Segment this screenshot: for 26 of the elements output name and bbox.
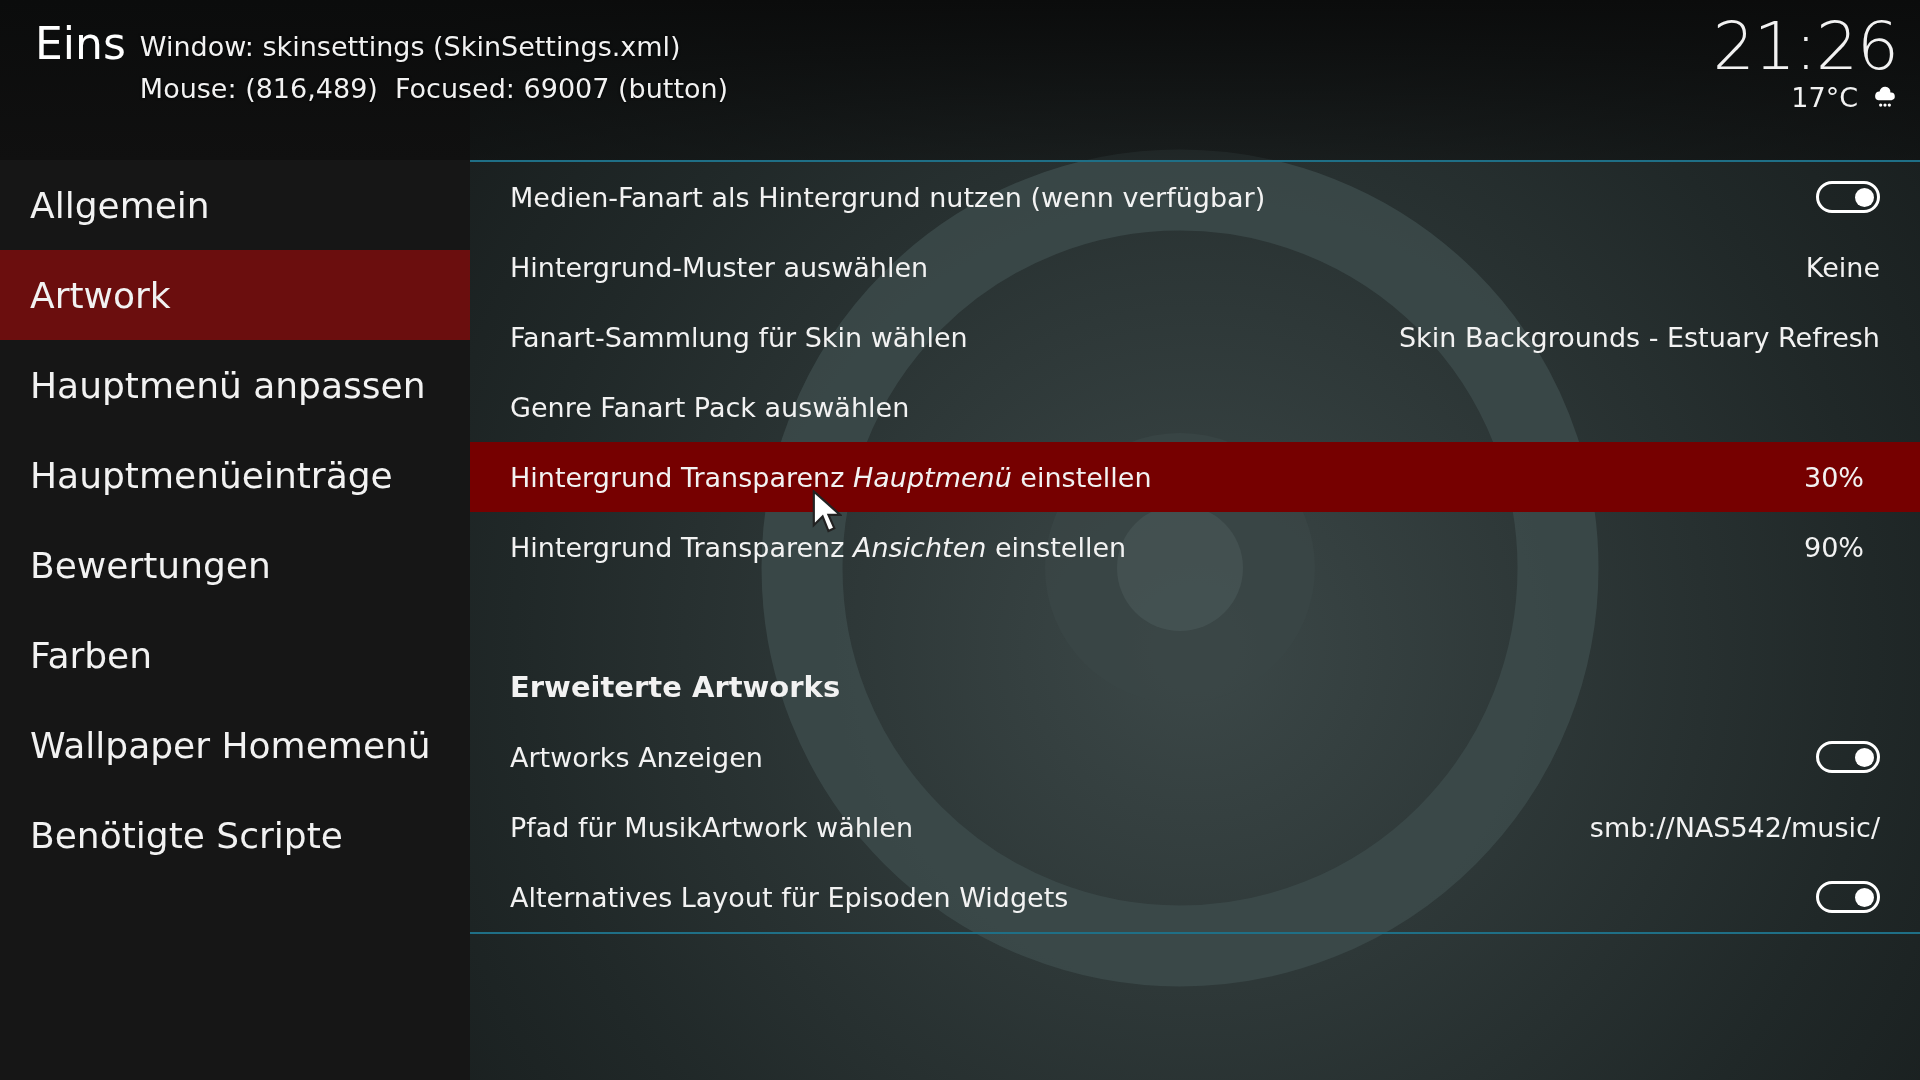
settings-row[interactable]: Fanart-Sammlung für Skin wählen Skin Backgrounds - Estuary Refresh bbox=[470, 302, 1920, 372]
temperature-text: 17°C bbox=[1791, 82, 1858, 113]
settings-row[interactable]: Medien-Fanart als Hintergrund nutzen (wenn verfügbar) bbox=[470, 162, 1920, 232]
settings-row[interactable]: Artworks Anzeigen bbox=[470, 722, 1920, 792]
toggle-switch[interactable] bbox=[1816, 181, 1880, 213]
toggle-switch[interactable] bbox=[1816, 741, 1880, 773]
debug-info-text: Mouse: (816,489) Focused: 69007 (button) bbox=[139, 72, 729, 106]
settings-row[interactable]: Hintergrund Transparenz Hauptmenü einstellen 30% bbox=[470, 442, 1920, 512]
sidebar-item[interactable]: Bewertungen bbox=[0, 520, 470, 610]
settings-row[interactable]: Genre Fanart Pack auswählen bbox=[470, 372, 1920, 442]
sidebar-item[interactable]: Benötigte Scripte bbox=[0, 790, 470, 880]
page-title: Eins bbox=[35, 18, 126, 69]
debug-info-text: Window: skinsettings (SkinSettings.xml) bbox=[139, 30, 682, 64]
settings-row[interactable]: Pfad für MusikArtwork wählen smb://NAS542/music/ bbox=[470, 792, 1920, 862]
sidebar-item[interactable]: Hauptmenü anpassen bbox=[0, 340, 470, 430]
settings-row[interactable]: Alternatives Layout für Episoden Widgets bbox=[470, 862, 1920, 932]
settings-row[interactable]: Hintergrund-Muster auswählen Keine bbox=[470, 232, 1920, 302]
section-heading: Erweiterte Artworks bbox=[509, 669, 842, 706]
toggle-switch[interactable] bbox=[1816, 881, 1880, 913]
clock-time: 21:26 bbox=[1712, 12, 1898, 82]
settings-row[interactable]: Hintergrund Transparenz Ansichten einstellen 90% bbox=[470, 512, 1920, 582]
sidebar-item[interactable]: Wallpaper Homemenü bbox=[0, 700, 470, 790]
sidebar-item[interactable]: Hauptmenüeinträge bbox=[0, 430, 470, 520]
sidebar-item[interactable]: Farben bbox=[0, 610, 470, 700]
sidebar-item[interactable]: Allgemein bbox=[0, 160, 470, 250]
sidebar-item[interactable]: Artwork bbox=[0, 250, 470, 340]
